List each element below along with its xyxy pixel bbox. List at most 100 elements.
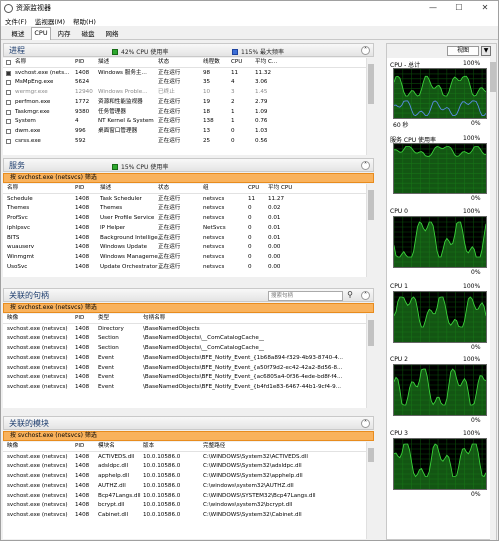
row-checkbox[interactable] [6, 99, 11, 105]
table-row[interactable]: csrss.exe 592 正在运行 25 0 0.56 [3, 137, 366, 147]
row-checkbox[interactable] [6, 138, 11, 144]
column-header[interactable]: 平均 C... [255, 58, 277, 68]
table-cell: 0 [231, 127, 235, 134]
row-checkbox[interactable] [6, 90, 11, 96]
menu-file[interactable]: 文件(F) [5, 16, 27, 26]
table-row[interactable]: svchost.exe (netsvcs) 1408 adsldpc.dll 10.0… [3, 462, 366, 472]
tab-cpu[interactable]: CPU [31, 27, 51, 40]
graph-title: CPU 1 [390, 283, 408, 290]
tab-network[interactable]: 网络 [101, 28, 123, 40]
column-header[interactable]: 状态 [158, 58, 169, 68]
column-header[interactable]: 名称 [7, 184, 18, 194]
maximize-icon[interactable]: ☐ [447, 1, 471, 15]
collapse-icon[interactable]: ˄ [361, 161, 370, 170]
row-checkbox[interactable] [6, 128, 11, 134]
collapse-icon[interactable]: ˄ [361, 291, 370, 300]
row-checkbox[interactable] [6, 80, 11, 86]
column-header[interactable]: 类型 [98, 314, 109, 324]
view-button[interactable]: 视图 [447, 46, 479, 56]
table-row[interactable]: svchost.exe (netsvcs) 1408 Directory \BaseN… [3, 325, 366, 335]
tab-memory[interactable]: 内存 [53, 28, 75, 40]
column-header[interactable]: 完整路径 [203, 442, 225, 452]
services-scrollbar[interactable] [366, 184, 374, 277]
table-row[interactable]: Winmgmt 1408 Windows Manageme... 正在运行 netsvc… [3, 253, 366, 263]
column-header[interactable]: 句柄名称 [143, 314, 165, 324]
handles-header[interactable]: 关联的句柄 搜索句柄 ⚲ ˄ [3, 288, 374, 302]
table-row[interactable]: svchost.exe (netsvcs) 1408 Event \BaseNamed… [3, 354, 366, 364]
processes-scrollbar[interactable] [366, 58, 374, 155]
row-checkbox[interactable] [6, 70, 11, 76]
table-cell: Cabinet.dll [98, 511, 129, 518]
column-header[interactable]: 描述 [98, 58, 109, 68]
column-header[interactable]: 线程数 [203, 58, 220, 68]
table-row[interactable]: svchost.exe (netsvcs) 1408 Bcp47Langs.dll 1… [3, 492, 366, 502]
column-header[interactable]: PID [75, 442, 84, 452]
table-cell: 1408 [75, 224, 90, 231]
row-checkbox[interactable] [6, 119, 11, 125]
services-cpu-swatch [112, 163, 118, 170]
table-row[interactable]: svchost.exe (netsvcs) 1408 apphelp.dll 10.0… [3, 472, 366, 482]
column-header[interactable]: PID [75, 58, 84, 68]
chevron-down-icon[interactable]: ▼ [481, 46, 491, 56]
table-row[interactable]: Themes 1408 Themes 正在运行 netsvcs 0 0.02 [3, 204, 366, 214]
services-header[interactable]: 服务 15% CPU 使用率 ˄ [3, 158, 374, 172]
handles-search-input[interactable]: 搜索句柄 [268, 291, 343, 301]
handles-scrollbar[interactable] [366, 314, 374, 408]
modules-scrollbar[interactable] [366, 442, 374, 539]
column-header[interactable]: 平均 CPU [268, 184, 292, 194]
tab-disk[interactable]: 磁盘 [77, 28, 99, 40]
search-icon[interactable]: ⚲ [347, 290, 353, 299]
table-row[interactable]: svchost.exe (netsvcs) 1408 Event \BaseNamed… [3, 383, 366, 393]
table-row[interactable]: svchost.exe (netsvcs) 1408 AUTHZ.dll 10.0.1… [3, 482, 366, 492]
column-header[interactable]: CPU [231, 58, 242, 68]
table-cell: C:\windows\system32\bcrypt.dll [203, 502, 293, 509]
table-row[interactable]: wermgr.exe 12940 Windows Proble... 已终止 10 3 1.… [3, 88, 366, 98]
table-row[interactable]: UsoSvc 1408 Update Orchestrator ... 正在运行 net… [3, 263, 366, 273]
table-row[interactable]: iphlpsvc 1408 IP Helper 正在运行 NetSvcs 0 0.01 [3, 224, 366, 234]
table-row[interactable]: wuauserv 1408 Windows Update 正在运行 netsvcs 0 0.… [3, 243, 366, 253]
table-cell: 11.27 [268, 195, 285, 202]
row-checkbox[interactable] [6, 109, 11, 115]
minimize-icon[interactable]: — [421, 1, 445, 15]
modules-header[interactable]: 关联的模块 ˄ [3, 416, 374, 430]
column-header[interactable]: 映像 [7, 314, 18, 324]
table-row[interactable]: ProfSvc 1408 User Profile Service 正在运行 netsv… [3, 214, 366, 224]
table-row[interactable]: System 4 NT Kernel & System 正在运行 138 1 0.76 [3, 117, 366, 127]
column-header[interactable]: 映像 [7, 442, 18, 452]
column-header[interactable]: PID [75, 314, 84, 324]
processes-header[interactable]: 进程 42% CPU 使用率 115% 最大频率 ˄ [3, 43, 374, 57]
menu-help[interactable]: 帮助(H) [73, 16, 96, 26]
table-row[interactable]: svchost.exe (netsvcs) 1408 Event \BaseNamed… [3, 373, 366, 383]
tab-overview[interactable]: 概述 [5, 28, 31, 40]
graphs-scrollbar[interactable] [490, 58, 496, 540]
column-header[interactable]: CPU [248, 184, 259, 194]
table-row[interactable]: MsMpEng.exe 5624 正在运行 35 4 3.06 [3, 78, 366, 88]
column-header[interactable]: 描述 [100, 184, 111, 194]
column-header[interactable]: 名称 [15, 58, 26, 68]
table-row[interactable]: Taskmgr.exe 9380 任务管理器 正在运行 18 1 1.09 [3, 108, 366, 118]
collapse-icon[interactable]: ˄ [361, 46, 370, 55]
modules-title: 关联的模块 [9, 419, 49, 428]
column-header[interactable]: 组 [203, 184, 209, 194]
table-row[interactable]: perfmon.exe 1772 资源和性能监视器 正在运行 19 2 2.79 [3, 98, 366, 108]
table-row[interactable]: dwm.exe 996 桌面窗口管理器 正在运行 13 0 1.03 [3, 127, 366, 137]
table-row[interactable]: svchost.exe (netsvcs) 1408 Section \BaseNam… [3, 334, 366, 344]
column-header[interactable]: 状态 [158, 184, 169, 194]
table-row[interactable]: svchost.exe (netsvcs) 1408 Cabinet.dll 10.0… [3, 511, 366, 521]
collapse-icon[interactable]: ˄ [361, 419, 370, 428]
select-all-checkbox[interactable] [6, 60, 11, 65]
column-header[interactable]: 模块名 [98, 442, 115, 452]
table-row[interactable]: svchost.exe (netsvcs) 1408 bcrypt.dll 10.0.… [3, 501, 366, 511]
column-header[interactable]: PID [75, 184, 84, 194]
column-header[interactable]: 版本 [143, 442, 154, 452]
table-row[interactable]: svchost.exe (netsvcs) 1408 Section \BaseNam… [3, 344, 366, 354]
table-row[interactable]: svchost.exe (netsvcs) 1408 Event \BaseNamed… [3, 364, 366, 374]
table-row[interactable]: svchost.exe (nets... 1408 Windows 服务主... 正在… [3, 69, 366, 79]
table-cell: 0 [248, 215, 252, 222]
close-icon[interactable]: ✕ [473, 1, 497, 15]
table-cell: netsvcs [203, 244, 225, 251]
table-row[interactable]: BITS 1408 Background Intellige... 正在运行 netsv… [3, 234, 366, 244]
table-row[interactable]: svchost.exe (netsvcs) 1408 ACTIVEDS.dll 10.… [3, 453, 366, 463]
table-row[interactable]: Schedule 1408 Task Scheduler 正在运行 netsvcs 11 1… [3, 195, 366, 205]
menu-monitor[interactable]: 监视器(M) [35, 16, 65, 26]
